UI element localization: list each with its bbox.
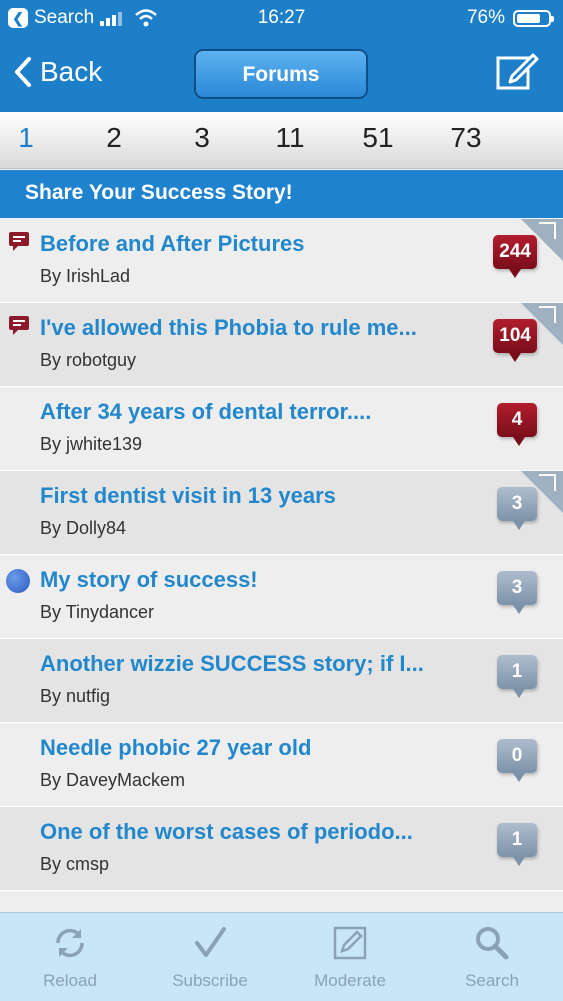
thread-title[interactable]: I've allowed this Phobia to rule me...: [40, 315, 470, 341]
thread-row[interactable]: Another wizzie SUCCESS story; if I... By …: [0, 639, 563, 723]
thread-title[interactable]: My story of success!: [40, 567, 470, 593]
thread-title[interactable]: Needle phobic 27 year old: [40, 735, 470, 761]
page-selector: 1 2 3 11 51 73: [0, 112, 563, 169]
reply-count-badge: 3: [497, 571, 537, 614]
thread-author: By nutfig: [40, 686, 111, 706]
compose-button[interactable]: [495, 52, 539, 97]
thread-author: By Dolly84: [40, 518, 127, 538]
thread-title[interactable]: Before and After Pictures: [40, 231, 470, 257]
bottom-toolbar: Reload Subscribe Moderate Search: [0, 912, 563, 1001]
thread-list: Before and After Pictures By IrishLad 244 I…: [0, 219, 563, 951]
unread-dot-icon: [6, 569, 30, 593]
forums-button[interactable]: Forums: [194, 49, 368, 99]
thread-row[interactable]: First dentist visit in 13 years By Dolly8…: [0, 471, 563, 555]
subscribe-button[interactable]: Subscribe: [150, 925, 270, 991]
subscribed-corner-icon: [521, 219, 563, 261]
reply-count-badge: 4: [497, 403, 537, 446]
search-icon: [476, 927, 509, 960]
thread-author: By cmsp: [40, 854, 110, 874]
thread-row[interactable]: I've allowed this Phobia to rule me... By…: [0, 303, 563, 387]
navigation-bar: Back Forums: [0, 38, 563, 112]
search-label: Search: [465, 971, 519, 990]
reply-count-badge: 1: [497, 823, 537, 866]
moderate-icon: [333, 926, 367, 960]
page-51[interactable]: 51: [348, 122, 408, 154]
reply-count-badge: 1: [497, 655, 537, 698]
thread-title[interactable]: One of the worst cases of periodo...: [40, 819, 470, 845]
message-icon: [9, 316, 29, 335]
thread-row[interactable]: One of the worst cases of periodo... By c…: [0, 807, 563, 891]
back-button[interactable]: Back: [14, 56, 102, 88]
thread-author: By IrishLad: [40, 266, 131, 286]
subscribe-label: Subscribe: [172, 971, 248, 990]
thread-title[interactable]: Another wizzie SUCCESS story; if I...: [40, 651, 470, 677]
page-2[interactable]: 2: [84, 122, 144, 154]
reload-icon: [56, 928, 84, 958]
thread-row[interactable]: Needle phobic 27 year old By DaveyMackem 0: [0, 723, 563, 807]
thread-row[interactable]: After 34 years of dental terror.... By jw…: [0, 387, 563, 471]
moderate-label: Moderate: [314, 971, 386, 990]
thread-author: By robotguy: [40, 350, 137, 370]
page-11[interactable]: 11: [260, 122, 320, 154]
reply-count-badge: 0: [497, 739, 537, 782]
thread-title[interactable]: First dentist visit in 13 years: [40, 483, 470, 509]
thread-title[interactable]: After 34 years of dental terror....: [40, 399, 470, 425]
battery-percent: 76%: [466, 7, 505, 28]
page-1[interactable]: 1: [0, 122, 56, 154]
thread-row[interactable]: Before and After Pictures By IrishLad 244: [0, 219, 563, 303]
message-icon: [9, 232, 29, 251]
page-73[interactable]: 73: [436, 122, 496, 154]
checkmark-icon: [195, 927, 226, 957]
battery-icon: [513, 9, 554, 27]
forum-section-title: Share Your Success Story!: [0, 170, 563, 218]
chevron-left-icon: [15, 57, 31, 87]
thread-author: By DaveyMackem: [40, 770, 186, 790]
page-3[interactable]: 3: [172, 122, 232, 154]
back-label: Back: [40, 56, 103, 87]
reload-label: Reload: [43, 971, 97, 990]
thread-row[interactable]: My story of success! By Tinydancer 3: [0, 555, 563, 639]
reload-button[interactable]: Reload: [10, 925, 130, 991]
status-bar: ❮ Search 16:27 76%: [0, 0, 563, 38]
subscribed-corner-icon: [521, 303, 563, 345]
thread-author: By Tinydancer: [40, 602, 155, 622]
moderate-button[interactable]: Moderate: [290, 925, 410, 991]
thread-author: By jwhite139: [40, 434, 143, 454]
search-button[interactable]: Search: [432, 925, 552, 991]
compose-icon: [496, 53, 539, 90]
subscribed-corner-icon: [521, 471, 563, 513]
battery-level: [517, 13, 540, 23]
